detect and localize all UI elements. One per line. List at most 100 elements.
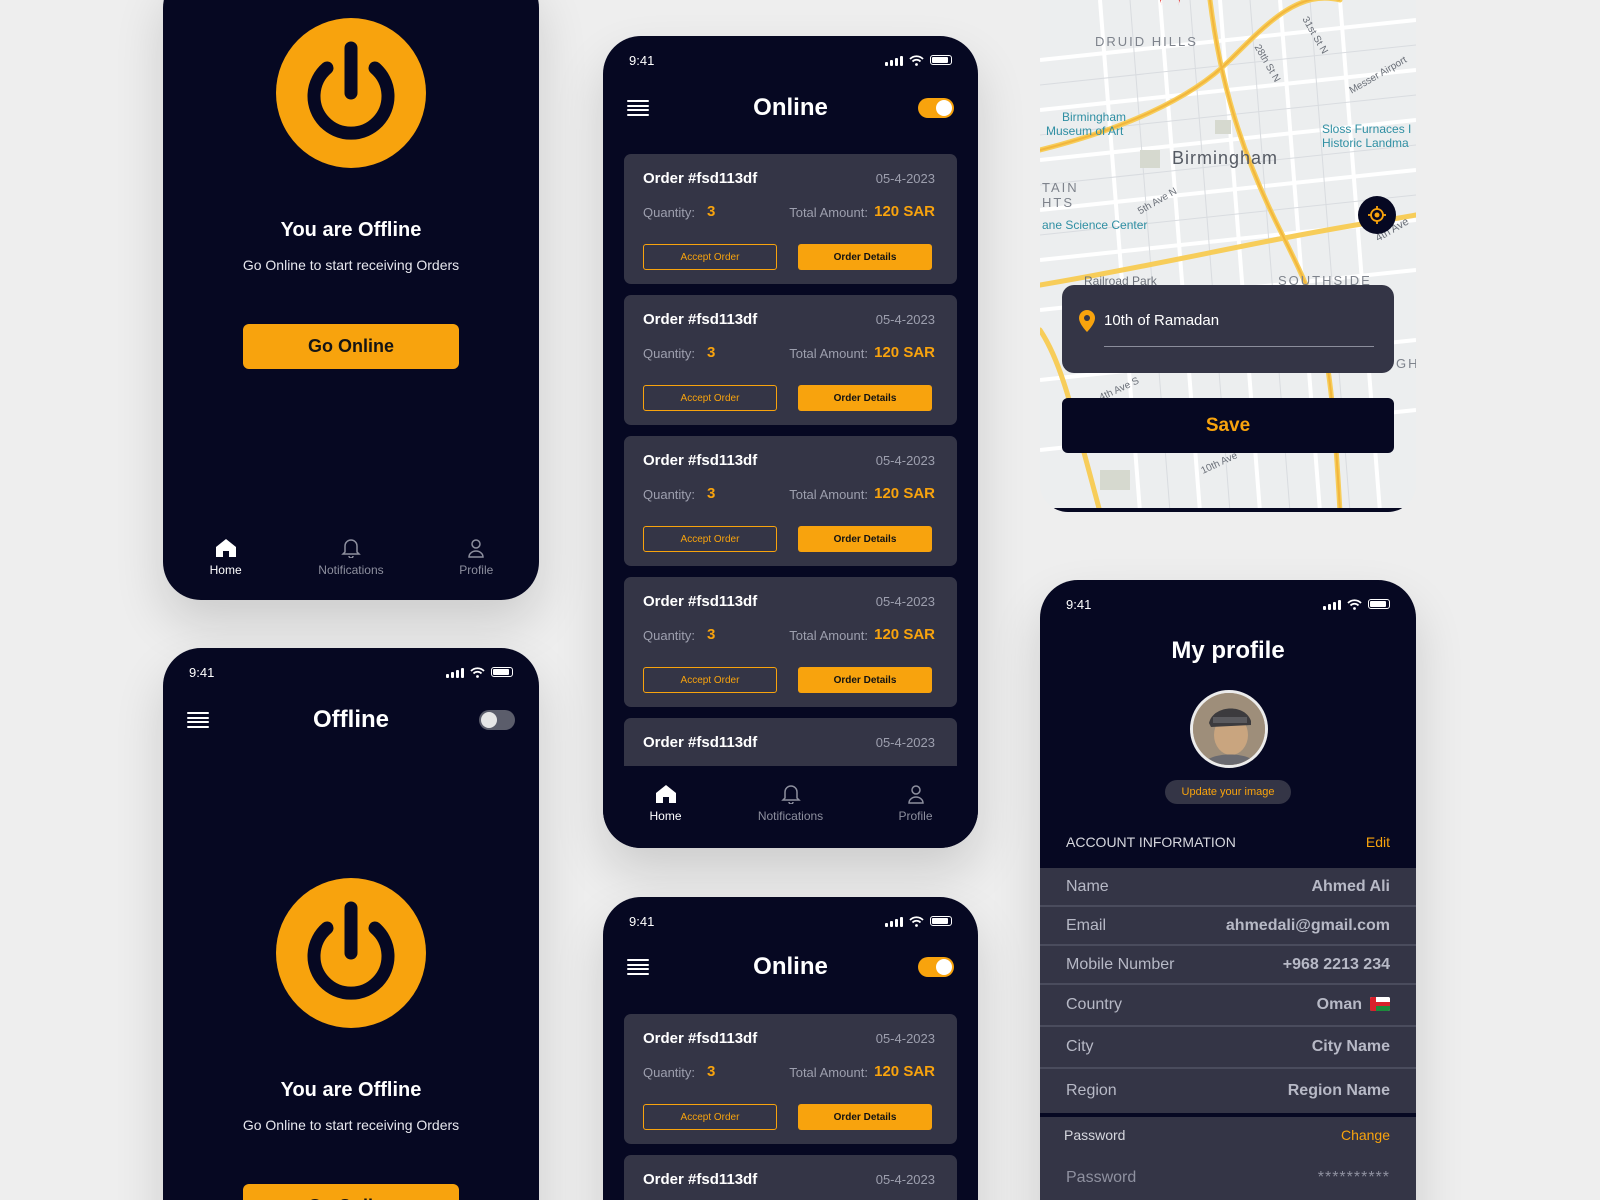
accept-order-button[interactable]: Accept Order (643, 244, 777, 270)
password-header: Password Change (1064, 1127, 1390, 1143)
accept-order-button[interactable]: Accept Order (643, 667, 777, 693)
order-card[interactable]: Order #fsd113df 05-4-2023 (624, 1155, 957, 1200)
map-label: TAIN (1042, 180, 1079, 195)
home-icon (215, 539, 236, 557)
account-row-name[interactable]: Name Ahmed Ali (1040, 868, 1416, 907)
accept-order-button[interactable]: Accept Order (643, 526, 777, 552)
quantity-value: 3 (707, 626, 716, 643)
nav-profile[interactable]: Profile (426, 538, 526, 577)
row-value: Oman (1316, 996, 1362, 1013)
home-icon (655, 785, 676, 803)
total-label: Total Amount: (789, 205, 868, 220)
quantity-label: Quantity: (643, 487, 696, 502)
quantity-label: Quantity: (643, 1065, 696, 1080)
order-date: 05-4-2023 (875, 1031, 935, 1046)
online-toggle[interactable] (918, 98, 954, 118)
power-icon (307, 41, 395, 140)
order-details-button[interactable]: Order Details (798, 1104, 932, 1130)
order-date: 05-4-2023 (875, 171, 935, 186)
status-bar: 9:41 (629, 52, 952, 68)
account-info-table: Name Ahmed Ali Email ahmedali@gmail.com … (1040, 868, 1416, 1113)
row-label: City (1066, 1038, 1094, 1055)
row-value: Region Name (1287, 1082, 1390, 1099)
order-id: Order #fsd113df (643, 1030, 758, 1047)
password-section: Password Change Password ********** (1040, 1117, 1416, 1200)
order-id: Order #fsd113df (643, 170, 758, 187)
power-button[interactable] (276, 18, 426, 168)
order-details-button[interactable]: Order Details (798, 385, 932, 411)
total-label: Total Amount: (789, 487, 868, 502)
total-value: 120 SAR (874, 203, 935, 220)
order-card[interactable]: Order #fsd113df 05-4-2023 Quantity: 3 To… (624, 436, 957, 566)
order-card[interactable]: Order #fsd113df 05-4-2023 (624, 718, 957, 766)
save-button[interactable]: Save (1062, 398, 1394, 453)
account-row-mobile[interactable]: Mobile Number +968 2213 234 (1040, 946, 1416, 985)
edit-button[interactable]: Edit (1366, 834, 1390, 850)
battery-icon (1368, 599, 1390, 609)
status-time: 9:41 (629, 913, 655, 929)
row-value-wrap: Oman (1317, 996, 1390, 1014)
offline-title: You are Offline (280, 1079, 422, 1101)
password-mask: ********** (1317, 1169, 1390, 1186)
signal-icon (885, 55, 903, 66)
accept-order-button[interactable]: Accept Order (643, 1104, 777, 1130)
map-label: Sloss Furnaces I (1322, 122, 1412, 136)
order-details-button[interactable]: Order Details (798, 526, 932, 552)
avatar[interactable] (1190, 690, 1268, 768)
battery-icon (491, 667, 513, 677)
nav-profile[interactable]: Profile (866, 784, 966, 823)
nav-home[interactable]: Home (176, 538, 276, 577)
appbar-title: Offline (313, 706, 389, 733)
nav-notifications[interactable]: Notifications (741, 784, 841, 823)
status-bar: 9:41 (189, 664, 513, 680)
order-id: Order #fsd113df (643, 452, 758, 469)
quantity-label: Quantity: (643, 205, 696, 220)
update-image-button[interactable]: Update your image (1165, 780, 1291, 804)
account-info-header: ACCOUNT INFORMATION Edit (1066, 834, 1390, 850)
online-toggle[interactable] (479, 710, 515, 730)
row-label: Name (1066, 877, 1109, 895)
order-card[interactable]: Order #fsd113df 05-4-2023 Quantity: 3 To… (624, 295, 957, 425)
order-card[interactable]: Order #fsd113df 05-4-2023 Quantity: 3 To… (624, 154, 957, 284)
map-label: ane Science Center (1042, 218, 1148, 232)
account-row-country[interactable]: Country Oman (1040, 985, 1416, 1027)
location-input[interactable]: 10th of Ramadan (1062, 285, 1394, 373)
row-value: ahmedali@gmail.com (1225, 916, 1390, 934)
account-row-city[interactable]: City City Name (1040, 1027, 1416, 1069)
signal-icon (885, 916, 903, 927)
change-password-button[interactable]: Change (1341, 1127, 1390, 1143)
offline-toggle-screen: 9:41 Offline You are Offline Go Online t… (163, 648, 539, 1200)
nav-profile-label: Profile (459, 563, 494, 577)
order-details-button[interactable]: Order Details (798, 244, 932, 270)
order-details-button[interactable]: Order Details (798, 667, 932, 693)
account-info-title: ACCOUNT INFORMATION (1066, 834, 1236, 850)
go-online-button[interactable]: Go Online (243, 1184, 459, 1200)
password-field[interactable]: Password ********** (1066, 1169, 1390, 1187)
power-button[interactable] (276, 878, 426, 1028)
account-row-region[interactable]: Region Region Name (1040, 1069, 1416, 1113)
order-date: 05-4-2023 (875, 312, 935, 327)
crosshair-icon (1368, 206, 1386, 224)
appbar-title: Online (753, 953, 828, 980)
menu-icon[interactable] (187, 712, 209, 728)
status-time: 9:41 (1066, 596, 1092, 612)
order-card[interactable]: Order #fsd113df 05-4-2023 Quantity: 3 To… (624, 577, 957, 707)
go-online-button[interactable]: Go Online (243, 324, 459, 369)
menu-icon[interactable] (627, 959, 649, 975)
locate-me-button[interactable] (1358, 196, 1396, 234)
profile-title: My profile (1171, 637, 1285, 664)
nav-notifications[interactable]: Notifications (301, 538, 401, 577)
row-value: Ahmed Ali (1311, 877, 1390, 895)
accept-order-button[interactable]: Accept Order (643, 385, 777, 411)
map-location-screen: DRUID HILLS Birmingham Museum of Art Slo… (1040, 0, 1416, 512)
total-value: 120 SAR (874, 626, 935, 643)
wifi-icon (1347, 598, 1362, 610)
menu-icon[interactable] (627, 100, 649, 116)
online-toggle[interactable] (918, 957, 954, 977)
online-orders-screen-2: 9:41 Online Order #fsd113df 05-4-2023 Qu… (603, 897, 978, 1200)
account-row-email[interactable]: Email ahmedali@gmail.com (1040, 907, 1416, 946)
total-label: Total Amount: (789, 1065, 868, 1080)
nav-home[interactable]: Home (616, 784, 716, 823)
order-card[interactable]: Order #fsd113df 05-4-2023 Quantity: 3 To… (624, 1014, 957, 1144)
order-date: 05-4-2023 (875, 735, 935, 750)
